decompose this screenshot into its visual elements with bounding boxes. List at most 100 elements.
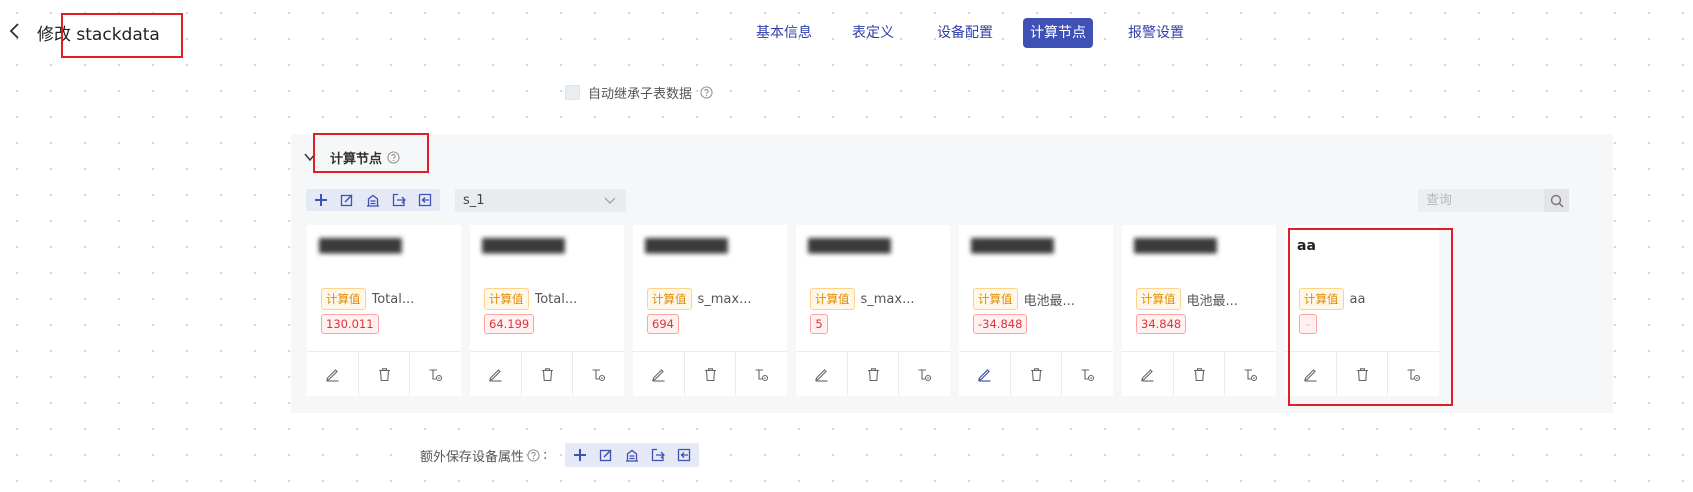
trash-icon bbox=[541, 367, 553, 381]
card-delete-button[interactable] bbox=[1009, 352, 1062, 396]
value-badge: 64.199 bbox=[484, 314, 535, 334]
card-node-settings-button[interactable] bbox=[1224, 352, 1276, 396]
edit-button[interactable] bbox=[336, 189, 358, 211]
card-edit-button[interactable] bbox=[633, 352, 684, 396]
card-edit-button[interactable] bbox=[470, 352, 521, 396]
back-button[interactable] bbox=[4, 20, 26, 42]
chevron-down-icon bbox=[604, 197, 616, 204]
tab-device-config[interactable]: 设备配置 bbox=[930, 18, 1000, 48]
building-button[interactable] bbox=[621, 444, 643, 466]
type-badge: 计算值 bbox=[1136, 288, 1181, 310]
card-delete-button[interactable] bbox=[683, 352, 736, 396]
card-delete-button[interactable] bbox=[846, 352, 899, 396]
value-badge: 130.011 bbox=[321, 314, 379, 334]
trash-icon bbox=[1030, 367, 1042, 381]
inherit-label: 自动继承子表数据 bbox=[588, 87, 693, 102]
card-node-settings-button[interactable] bbox=[735, 352, 787, 396]
card-badge-row: 计算值 Total... bbox=[484, 288, 612, 310]
card-label: 电池最... bbox=[1023, 293, 1075, 309]
search-icon bbox=[1550, 194, 1564, 208]
trash-icon bbox=[867, 367, 879, 381]
card-name: ████████ bbox=[319, 238, 402, 254]
edit-icon bbox=[652, 368, 665, 382]
tab-basic-info[interactable]: 基本信息 bbox=[749, 18, 819, 48]
card-edit-button[interactable] bbox=[307, 352, 358, 396]
import-button[interactable] bbox=[673, 444, 695, 466]
edit-icon bbox=[1141, 368, 1154, 382]
plus-icon bbox=[574, 449, 586, 461]
card-badge-row: 计算值 s_max... bbox=[647, 288, 775, 310]
import-icon bbox=[677, 448, 691, 462]
trash-icon bbox=[1193, 367, 1205, 381]
help-icon[interactable] bbox=[527, 449, 540, 462]
card-delete-button[interactable] bbox=[520, 352, 573, 396]
highlight-box-title bbox=[61, 13, 183, 58]
type-badge: 计算值 bbox=[810, 288, 855, 310]
highlight-box-card bbox=[1288, 228, 1453, 406]
node-toolbar bbox=[306, 189, 440, 211]
value-badge: -34.848 bbox=[973, 314, 1028, 334]
inherit-row: 自动继承子表数据 bbox=[565, 83, 713, 102]
card-node-settings-button[interactable] bbox=[409, 352, 461, 396]
card-name: ████████ bbox=[1134, 238, 1217, 254]
tab-table-definition[interactable]: 表定义 bbox=[845, 18, 901, 48]
edit-icon bbox=[978, 368, 991, 382]
card-label: s_max... bbox=[697, 291, 752, 307]
card-badge-row: 计算值 电池最... bbox=[1136, 288, 1264, 310]
card-delete-button[interactable] bbox=[1172, 352, 1225, 396]
chevron-left-icon bbox=[9, 23, 19, 39]
extra-attrs-colon: : bbox=[543, 448, 548, 463]
node-card-1[interactable]: ████████ 计算值 Total... 130.011 bbox=[307, 225, 461, 396]
help-icon[interactable] bbox=[700, 86, 713, 99]
card-actions bbox=[633, 351, 787, 396]
sheet-select-value: s_1 bbox=[463, 193, 485, 208]
card-badge-row: 计算值 Total... bbox=[321, 288, 449, 310]
building-icon bbox=[367, 194, 379, 207]
card-name: ████████ bbox=[808, 238, 891, 254]
node-settings-icon bbox=[429, 368, 443, 381]
sheet-select[interactable]: s_1 bbox=[455, 189, 626, 212]
export-button[interactable] bbox=[388, 189, 410, 211]
import-button[interactable] bbox=[414, 189, 436, 211]
card-delete-button[interactable] bbox=[357, 352, 410, 396]
node-card-5[interactable]: ████████ 计算值 电池最... -34.848 bbox=[959, 225, 1113, 396]
tab-compute-nodes[interactable]: 计算节点 bbox=[1023, 18, 1093, 48]
plus-icon bbox=[315, 194, 327, 206]
inherit-checkbox[interactable] bbox=[565, 85, 580, 100]
node-card-2[interactable]: ████████ 计算值 Total... 64.199 bbox=[470, 225, 624, 396]
card-node-settings-button[interactable] bbox=[898, 352, 950, 396]
card-edit-button[interactable] bbox=[959, 352, 1010, 396]
type-badge: 计算值 bbox=[647, 288, 692, 310]
card-badge-row: 计算值 电池最... bbox=[973, 288, 1101, 310]
node-settings-icon bbox=[1244, 368, 1258, 381]
node-settings-icon bbox=[592, 368, 606, 381]
card-node-settings-button[interactable] bbox=[1061, 352, 1113, 396]
card-edit-button[interactable] bbox=[1122, 352, 1173, 396]
building-button[interactable] bbox=[362, 189, 384, 211]
card-actions bbox=[307, 351, 461, 396]
add-button[interactable] bbox=[569, 444, 591, 466]
trash-icon bbox=[378, 367, 390, 381]
export-icon bbox=[392, 193, 406, 207]
export-button[interactable] bbox=[647, 444, 669, 466]
value-badge: 5 bbox=[810, 314, 828, 334]
extra-attrs-text: 额外保存设备属性 bbox=[420, 450, 525, 465]
card-badge-row: 计算值 s_max... bbox=[810, 288, 938, 310]
card-node-settings-button[interactable] bbox=[572, 352, 624, 396]
node-card-4[interactable]: ████████ 计算值 s_max... 5 bbox=[796, 225, 950, 396]
node-card-3[interactable]: ████████ 计算值 s_max... 694 bbox=[633, 225, 787, 396]
import-icon bbox=[418, 193, 432, 207]
search-input[interactable] bbox=[1418, 189, 1544, 212]
search-button[interactable] bbox=[1544, 189, 1569, 212]
node-settings-icon bbox=[1081, 368, 1095, 381]
export-icon bbox=[651, 448, 665, 462]
tab-alarm-settings[interactable]: 报警设置 bbox=[1121, 18, 1191, 48]
card-name: ████████ bbox=[971, 238, 1054, 254]
edit-icon bbox=[489, 368, 502, 382]
card-label: Total... bbox=[371, 291, 415, 307]
node-settings-icon bbox=[755, 368, 769, 381]
add-button[interactable] bbox=[310, 189, 332, 211]
edit-button[interactable] bbox=[595, 444, 617, 466]
card-edit-button[interactable] bbox=[796, 352, 847, 396]
node-card-6[interactable]: ████████ 计算值 电池最... 34.848 bbox=[1122, 225, 1276, 396]
